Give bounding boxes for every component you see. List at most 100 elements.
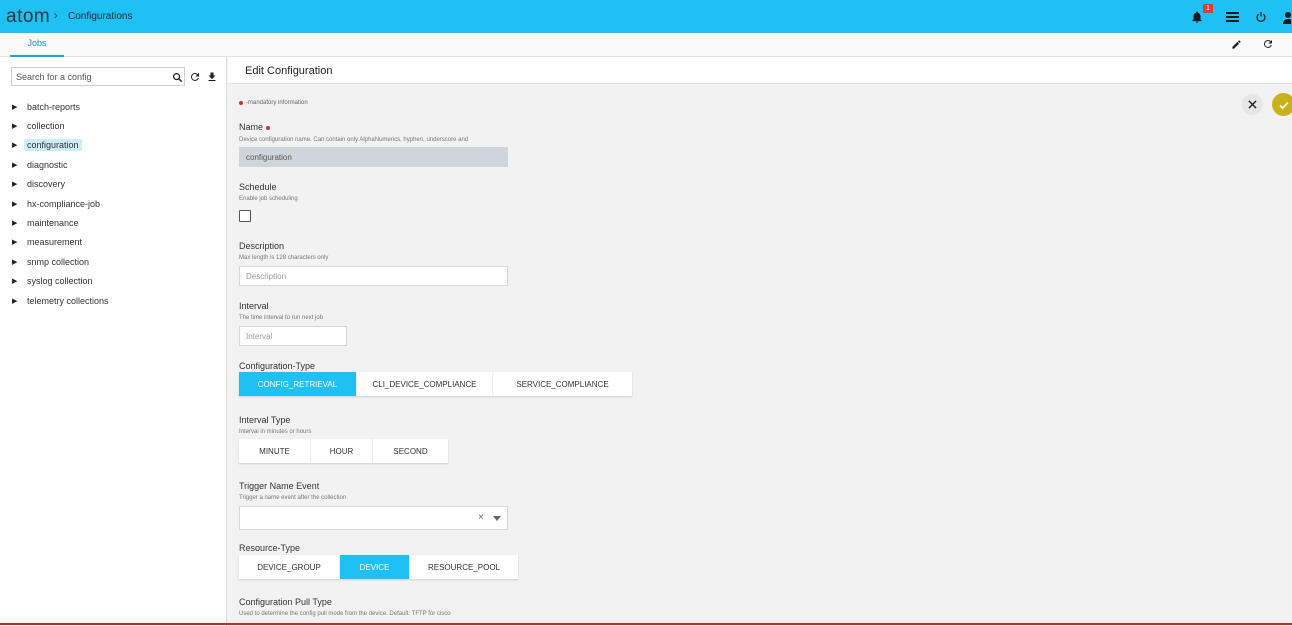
expand-arrow-icon[interactable]: ▶ <box>12 200 24 208</box>
breadcrumb-separator: › <box>54 10 58 22</box>
tree-item-syslog-collection[interactable]: ▶ syslog collection <box>12 272 222 291</box>
config-search-box <box>11 67 185 86</box>
expand-arrow-icon[interactable]: ▶ <box>12 161 24 169</box>
close-icon <box>1248 100 1257 109</box>
tree-item-collection[interactable]: ▶ collection <box>12 116 222 135</box>
refresh-icon[interactable] <box>1260 36 1276 52</box>
name-label-text: Name <box>239 122 264 132</box>
tree-item-label: configuration <box>24 139 82 152</box>
tree-item-telemetry-collections[interactable]: ▶ telemetry collections <box>12 291 222 310</box>
option-service-compliance[interactable]: SERVICE_COMPLIANCE <box>493 372 632 396</box>
clear-x-icon[interactable]: × <box>478 512 484 523</box>
dropdown-caret-icon[interactable] <box>493 516 501 521</box>
tree-item-label: batch-reports <box>27 101 81 112</box>
trigger-event-label: Trigger Name Event <box>239 481 320 491</box>
tree-item-label: discovery <box>27 179 66 190</box>
option-config-retrieval[interactable]: CONFIG_RETRIEVAL <box>239 372 357 396</box>
menu-list-icon[interactable] <box>1223 8 1241 26</box>
tree-item-hx-compliance-job[interactable]: ▶ hx-compliance-job <box>12 194 222 213</box>
schedule-field-label: Schedule <box>239 182 277 192</box>
expand-arrow-icon[interactable]: ▶ <box>12 219 24 227</box>
tree-item-configuration[interactable]: ▶ configuration <box>12 136 222 155</box>
config-sidebar: ▶batch-reports ▶collection ▶configuratio… <box>0 57 227 626</box>
power-icon[interactable] <box>1252 8 1270 26</box>
required-dot-icon <box>239 101 243 105</box>
mandatory-note-text: -mandatory information <box>246 100 308 106</box>
schedule-field-help: Enable job scheduling <box>239 196 298 202</box>
tree-item-snmp-collection[interactable]: ▶ snmp collection <box>12 252 222 271</box>
expand-arrow-icon[interactable]: ▶ <box>12 122 24 130</box>
download-icon[interactable] <box>205 70 219 84</box>
tree-item-label: collection <box>27 121 65 132</box>
name-field-label: Name <box>239 122 271 132</box>
tree-item-maintenance[interactable]: ▶ maintenance <box>12 213 222 232</box>
sidebar-refresh-icon[interactable] <box>188 70 202 84</box>
description-input[interactable] <box>239 266 508 286</box>
panel-header: Edit Configuration <box>228 57 1292 84</box>
bottom-border <box>0 623 1292 625</box>
app-logo[interactable]: atom <box>6 6 50 28</box>
tree-item-label: telemetry collections <box>27 295 109 306</box>
tree-item-label: snmp collection <box>27 256 90 267</box>
interval-type-toggle: MINUTE HOUR SECOND <box>239 439 448 463</box>
expand-arrow-icon[interactable]: ▶ <box>12 180 24 188</box>
resource-type-toggle: DEVICE_GROUP DEVICE RESOURCE_POOL <box>239 555 518 579</box>
interval-input[interactable] <box>239 326 347 346</box>
user-account-icon[interactable] <box>1280 8 1292 26</box>
check-icon <box>1278 101 1289 109</box>
config-pull-type-label: Configuration Pull Type <box>239 597 332 607</box>
config-tree: ▶ batch-reports ▶ collection ▶ configuratio… <box>12 97 222 310</box>
interval-field-label: Interval <box>239 301 269 311</box>
tree-item-diagnostic[interactable]: ▶ diagnostic <box>12 155 222 174</box>
expand-arrow-icon[interactable]: ▶ <box>12 277 24 285</box>
name-input[interactable] <box>239 147 508 167</box>
option-device-group[interactable]: DEVICE_GROUP <box>239 555 340 579</box>
configuration-type-label: Configuration-Type <box>239 361 316 371</box>
option-cli-device-compliance[interactable]: CLI_DEVICE_COMPLIANCE <box>357 372 493 396</box>
description-field-help: Max length is 128 characters only <box>239 255 329 261</box>
interval-type-help: Interval in minutes or hours <box>239 429 312 435</box>
config-search-input[interactable] <box>16 70 156 84</box>
schedule-checkbox[interactable] <box>239 210 251 222</box>
trigger-event-help: Trigger a name event after the collectio… <box>239 495 347 501</box>
notification-count-badge: 1 <box>1203 4 1213 13</box>
save-button[interactable] <box>1272 93 1292 116</box>
tree-item-label: diagnostic <box>27 159 68 170</box>
search-icon[interactable] <box>170 70 184 84</box>
mandatory-note: -mandatory information <box>239 100 308 106</box>
expand-arrow-icon[interactable]: ▶ <box>12 238 24 246</box>
page-title: Edit Configuration <box>245 65 333 77</box>
option-hour[interactable]: HOUR <box>311 439 373 463</box>
tree-item-batch-reports[interactable]: ▶ batch-reports <box>12 97 222 116</box>
description-field-label: Description <box>239 241 285 251</box>
tree-item-label: syslog collection <box>27 276 93 287</box>
tree-item-measurement[interactable]: ▶ measurement <box>12 233 222 252</box>
edit-configuration-panel: Edit Configuration -mandatory informatio… <box>228 57 1292 626</box>
configuration-type-toggle: CONFIG_RETRIEVAL CLI_DEVICE_COMPLIANCE S… <box>239 372 632 396</box>
option-resource-pool[interactable]: RESOURCE_POOL <box>410 555 518 579</box>
breadcrumb[interactable]: Configurations <box>68 11 132 22</box>
cancel-button[interactable] <box>1242 94 1263 115</box>
option-second[interactable]: SECOND <box>373 439 448 463</box>
interval-field-help: The time interval to run next job <box>239 315 324 321</box>
option-minute[interactable]: MINUTE <box>239 439 311 463</box>
expand-arrow-icon[interactable]: ▶ <box>12 141 24 149</box>
tree-item-discovery[interactable]: ▶ discovery <box>12 175 222 194</box>
resource-type-label: Resource-Type <box>239 543 301 553</box>
name-field-help: Device configuration name. Can contain o… <box>239 137 469 143</box>
edit-pencil-icon[interactable] <box>1228 36 1244 52</box>
top-bar: atom › Configurations 1 <box>0 0 1292 33</box>
required-dot-icon <box>266 125 271 130</box>
expand-arrow-icon[interactable]: ▶ <box>12 103 24 111</box>
option-device[interactable]: DEVICE <box>340 555 410 579</box>
tab-bar: Jobs <box>0 33 1292 57</box>
expand-arrow-icon[interactable]: ▶ <box>12 297 24 305</box>
tab-jobs[interactable]: Jobs <box>10 33 64 57</box>
config-pull-type-help: Used to determine the config pull mode f… <box>239 611 451 617</box>
trigger-event-select[interactable]: × <box>239 506 508 530</box>
tree-item-label: maintenance <box>27 218 79 229</box>
interval-type-label: Interval Type <box>239 415 291 425</box>
tree-item-label: hx-compliance-job <box>27 198 101 209</box>
expand-arrow-icon[interactable]: ▶ <box>12 258 24 266</box>
tree-item-label: measurement <box>27 237 83 248</box>
